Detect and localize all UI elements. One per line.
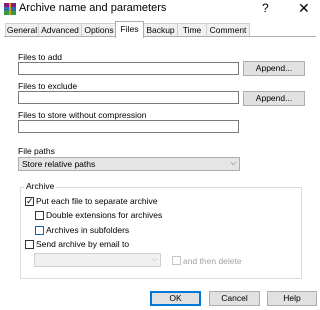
tab-comment[interactable]: Comment	[206, 23, 250, 37]
file-paths-label: File paths	[18, 146, 55, 156]
checkmark-icon: ✓	[26, 196, 34, 206]
files-to-add-input[interactable]	[18, 62, 239, 75]
store-without-compression-input[interactable]	[18, 120, 239, 133]
window-title: Archive name and parameters	[19, 2, 167, 14]
files-to-exclude-label: Files to exclude	[18, 81, 78, 91]
help-title-button[interactable]: ?	[262, 1, 269, 15]
double-extensions-label: Double extensions for archives	[46, 210, 163, 220]
chevron-down-icon: ⌵	[230, 160, 236, 167]
ok-button[interactable]: OK	[150, 291, 201, 306]
double-extensions-checkbox[interactable]	[35, 211, 44, 220]
tab-options[interactable]: Options	[81, 23, 117, 37]
tab-advanced[interactable]: Advanced	[38, 23, 82, 37]
tab-general[interactable]: General	[5, 23, 39, 37]
file-paths-select[interactable]: Store relative paths ⌵	[18, 157, 240, 171]
send-by-email-checkbox[interactable]	[25, 240, 34, 249]
append-exclude-button[interactable]: Append...	[243, 91, 305, 106]
cancel-button[interactable]: Cancel	[209, 291, 260, 306]
files-to-exclude-input[interactable]	[18, 91, 239, 104]
help-button[interactable]: Help	[267, 291, 317, 306]
files-to-add-label: Files to add	[18, 52, 62, 62]
close-icon[interactable]: ✕	[298, 0, 310, 17]
send-by-email-label: Send archive by email to	[36, 239, 130, 249]
email-recipient-combobox[interactable]: ⌵	[34, 253, 161, 267]
put-each-file-label: Put each file to separate archive	[36, 196, 158, 206]
and-then-delete-checkbox[interactable]	[172, 256, 181, 265]
archive-group-label: Archive	[24, 181, 57, 191]
put-each-file-checkbox[interactable]: ✓	[25, 196, 34, 206]
tab-time[interactable]: Time	[177, 23, 207, 37]
tab-backup[interactable]: Backup	[143, 23, 178, 37]
and-then-delete-label: and then delete	[183, 256, 242, 266]
store-without-compression-label: Files to store without compression	[18, 110, 147, 120]
tab-files[interactable]: Files	[115, 21, 144, 38]
chevron-down-icon: ⌵	[151, 256, 157, 263]
archives-in-subfolders-checkbox[interactable]	[35, 226, 44, 235]
winrar-archive-icon	[4, 3, 16, 15]
archives-in-subfolders-label: Archives in subfolders	[46, 225, 130, 235]
tab-strip-divider	[4, 36, 316, 37]
file-paths-selected: Store relative paths	[22, 159, 96, 169]
append-add-button[interactable]: Append...	[243, 61, 305, 76]
